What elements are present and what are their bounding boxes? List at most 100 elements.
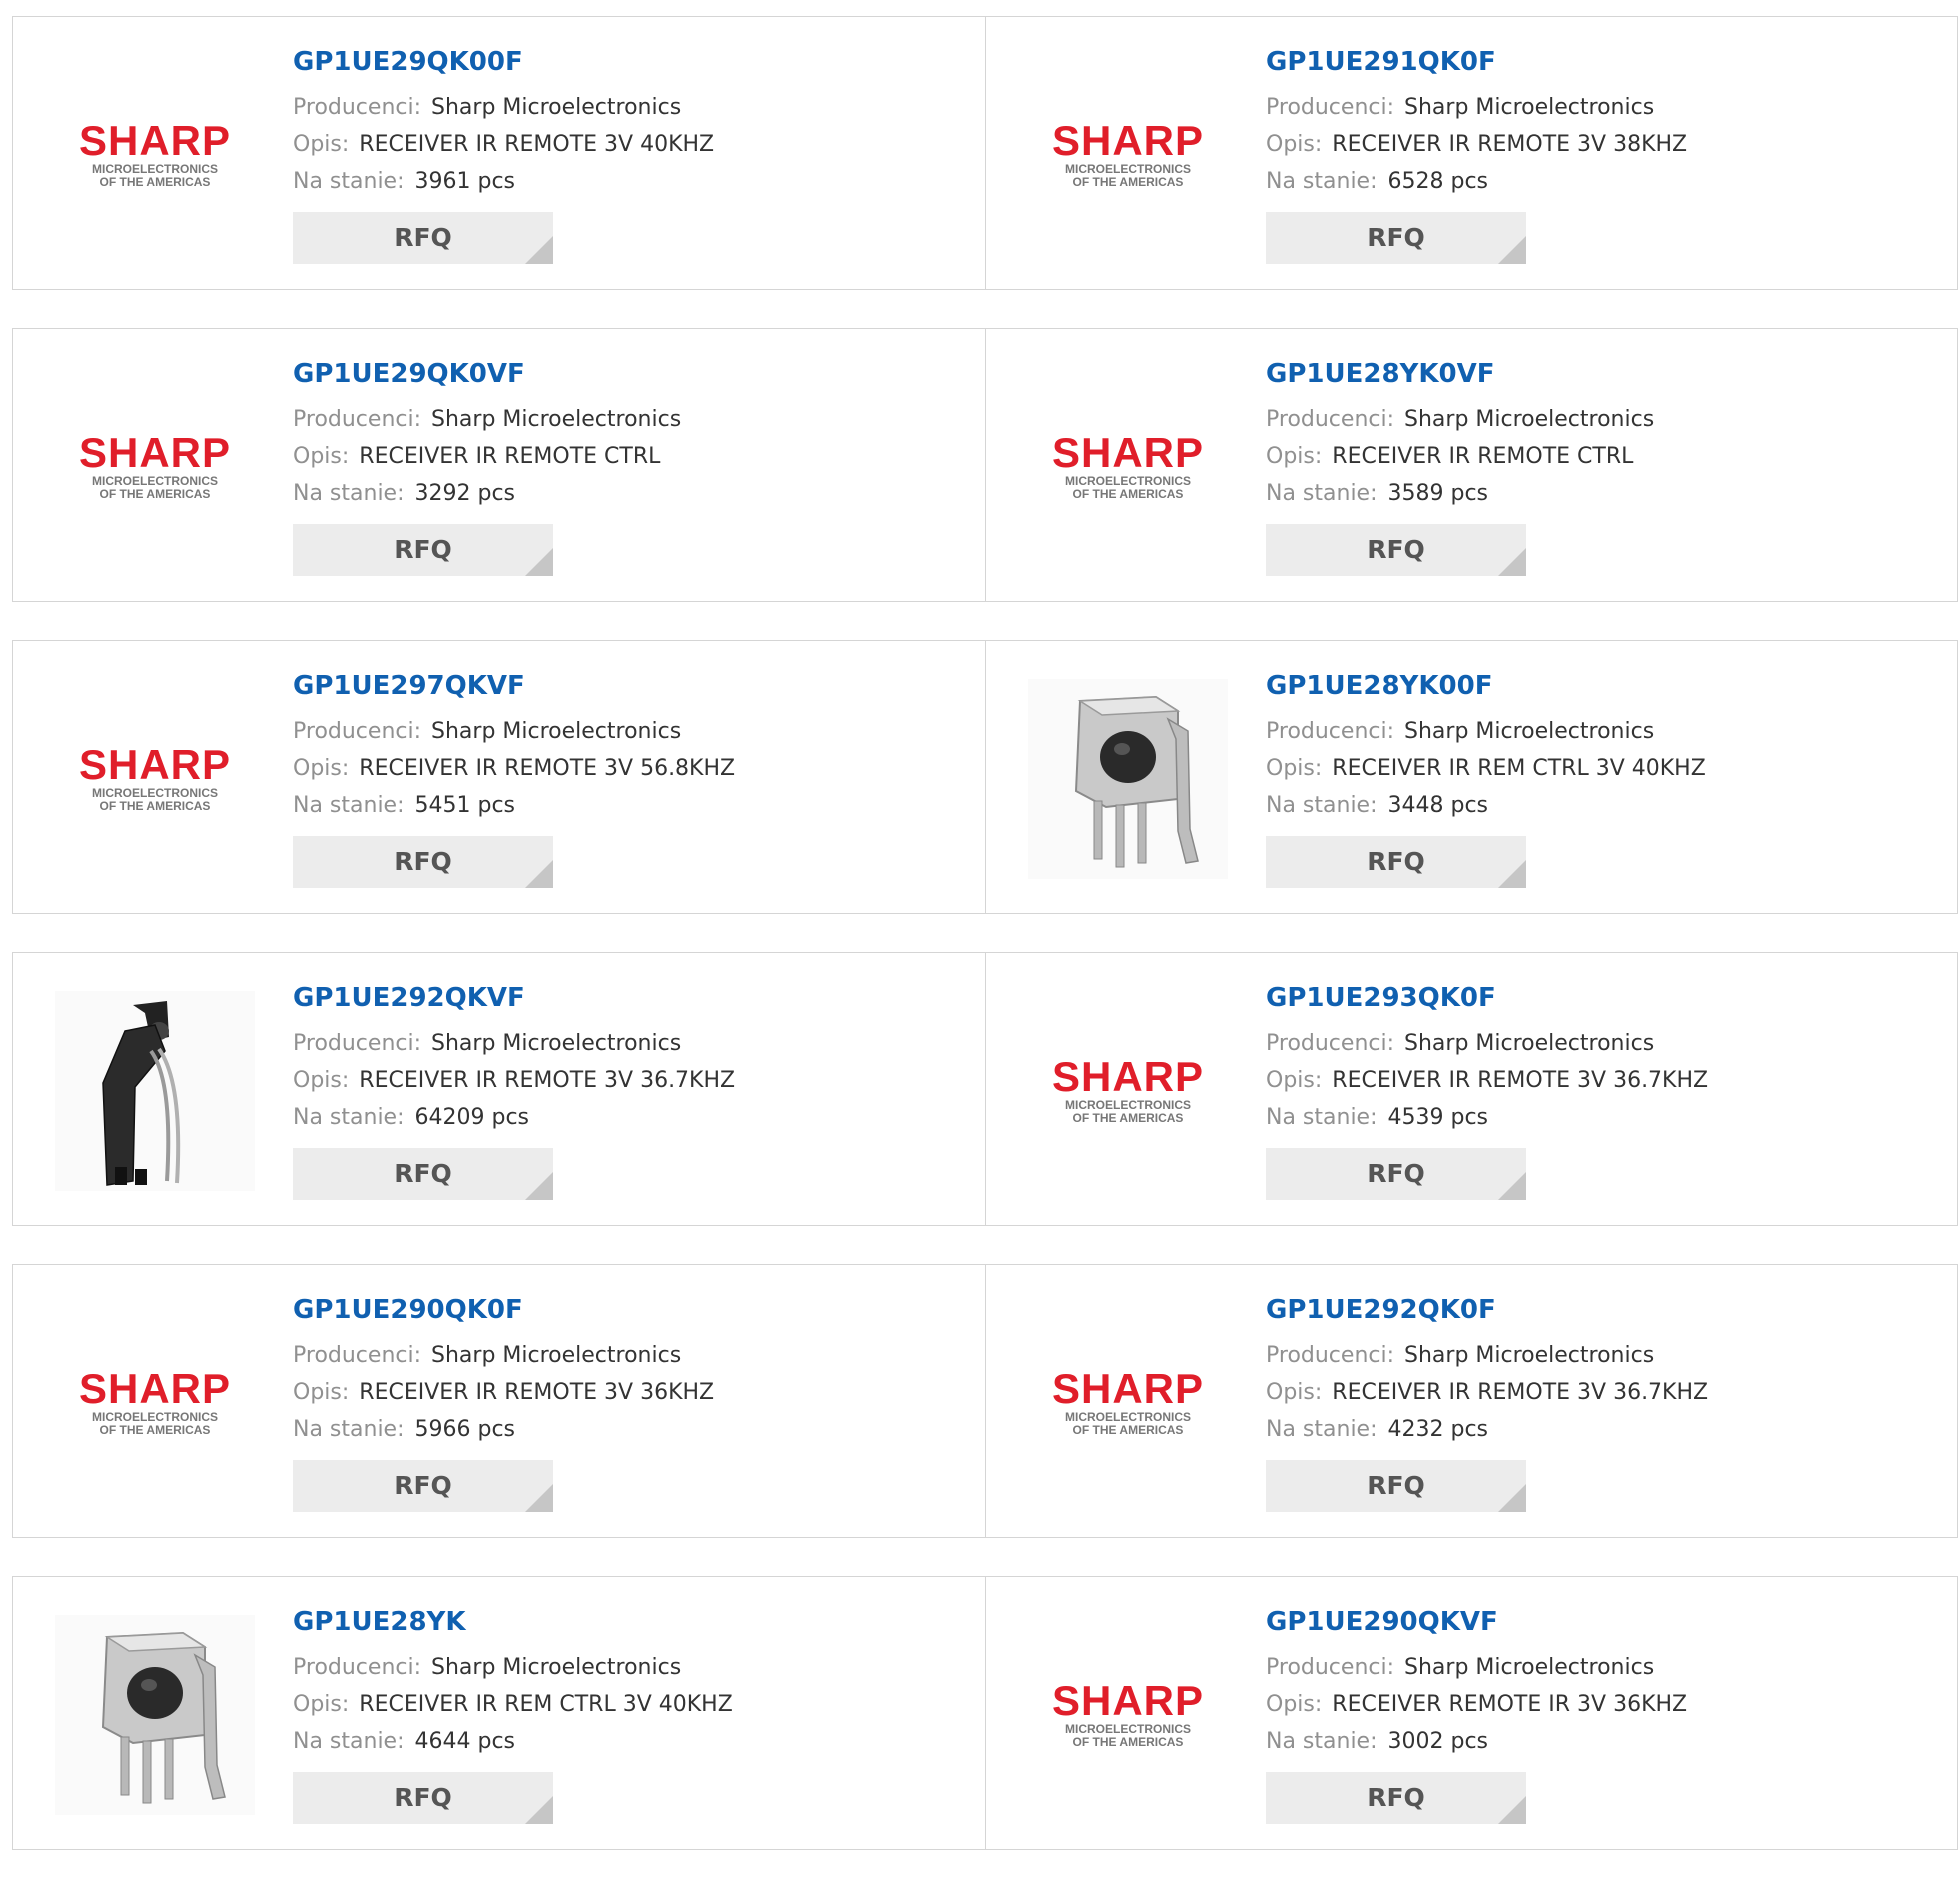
part-number-link[interactable]: GP1UE28YK [293, 1605, 975, 1639]
manufacturer-value: Sharp Microelectronics [1404, 1031, 1655, 1056]
description-line: Opis: RECEIVER IR REMOTE CTRL [1266, 438, 1947, 475]
rfq-button[interactable]: RFQ [293, 212, 553, 264]
product-card: SHARP MICROELECTRONICS OF THE AMERICAS GP1U… [985, 953, 1957, 1225]
product-image[interactable]: SHARP MICROELECTRONICS OF THE AMERICAS [51, 679, 259, 879]
product-card: SHARP MICROELECTRONICS OF THE AMERICAS GP1U… [985, 17, 1957, 289]
product-info: GP1UE29QK0VF Producenci: Sharp Microelectr… [293, 357, 975, 576]
description-label: Opis: [1266, 1692, 1323, 1717]
metal-sensor-photo [55, 1615, 255, 1815]
product-image[interactable] [51, 991, 259, 1191]
rfq-corner-triangle [525, 1796, 553, 1824]
part-number-link[interactable]: GP1UE28YK0VF [1266, 357, 1947, 391]
product-image[interactable]: SHARP MICROELECTRONICS OF THE AMERICAS [1024, 1615, 1232, 1815]
part-number-link[interactable]: GP1UE291QK0F [1266, 45, 1947, 79]
rfq-button[interactable]: RFQ [293, 1148, 553, 1200]
rfq-button[interactable]: RFQ [1266, 212, 1526, 264]
product-image[interactable]: SHARP MICROELECTRONICS OF THE AMERICAS [1024, 991, 1232, 1191]
description-line: Opis: RECEIVER IR REM CTRL 3V 40KHZ [293, 1686, 975, 1723]
rfq-button[interactable]: RFQ [1266, 836, 1526, 888]
description-line: Opis: RECEIVER IR REMOTE 3V 56.8KHZ [293, 750, 975, 787]
product-row: SHARP MICROELECTRONICS OF THE AMERICAS GP1U… [12, 328, 1958, 602]
stock-line: Na stanie: 4539 pcs [1266, 1099, 1947, 1136]
stock-value: 3961 pcs [414, 169, 516, 194]
sharp-logo: SHARPMICROELECTRONICSOF THE AMERICAS [1051, 1365, 1202, 1437]
rfq-corner-triangle [1498, 860, 1526, 888]
rfq-button[interactable]: RFQ [293, 1460, 553, 1512]
rfq-button[interactable]: RFQ [293, 1772, 553, 1824]
stock-value: 5451 pcs [414, 793, 516, 818]
description-value: RECEIVER IR REM CTRL 3V 40KHZ [359, 1692, 733, 1717]
product-image[interactable]: SHARP MICROELECTRONICS OF THE AMERICAS [1024, 55, 1232, 255]
rfq-button[interactable]: RFQ [1266, 1148, 1526, 1200]
description-value: RECEIVER IR REMOTE 3V 40KHZ [359, 132, 715, 157]
description-label: Opis: [1266, 444, 1323, 469]
part-number-link[interactable]: GP1UE297QKVF [293, 669, 975, 703]
part-number-link[interactable]: GP1UE29QK0VF [293, 357, 975, 391]
manufacturer-line: Producenci: Sharp Microelectronics [1266, 89, 1947, 126]
product-card: SHARP MICROELECTRONICS OF THE AMERICAS GP1U… [985, 1577, 1957, 1849]
product-image[interactable]: SHARP MICROELECTRONICS OF THE AMERICAS [51, 1303, 259, 1503]
stock-label: Na stanie: [293, 1105, 405, 1130]
manufacturer-line: Producenci: Sharp Microelectronics [1266, 1025, 1947, 1062]
rfq-button[interactable]: RFQ [1266, 1772, 1526, 1824]
stock-line: Na stanie: 6528 pcs [1266, 163, 1947, 200]
logo-brand-text: SHARP [78, 741, 230, 788]
rfq-label: RFQ [394, 1783, 452, 1812]
description-value: RECEIVER IR REMOTE 3V 36.7KHZ [359, 1068, 736, 1093]
part-number-link[interactable]: GP1UE29QK00F [293, 45, 975, 79]
rfq-button[interactable]: RFQ [1266, 524, 1526, 576]
product-info: GP1UE297QKVF Producenci: Sharp Microelectr… [293, 669, 975, 888]
part-number-link[interactable]: GP1UE292QKVF [293, 981, 975, 1015]
logo-sub-line2: OF THE AMERICAS [1072, 487, 1183, 501]
product-image[interactable]: SHARP MICROELECTRONICS OF THE AMERICAS [1024, 367, 1232, 567]
rfq-button[interactable]: RFQ [293, 836, 553, 888]
logo-sub-line1: MICROELECTRONICS [92, 162, 218, 176]
part-number-link[interactable]: GP1UE293QK0F [1266, 981, 1947, 1015]
manufacturer-line: Producenci: Sharp Microelectronics [293, 713, 975, 750]
description-value: RECEIVER IR REMOTE 3V 56.8KHZ [359, 756, 736, 781]
rfq-button[interactable]: RFQ [293, 524, 553, 576]
description-line: Opis: RECEIVER IR REMOTE 3V 36KHZ [293, 1374, 975, 1411]
rfq-label: RFQ [1367, 535, 1425, 564]
stock-value: 4539 pcs [1387, 1105, 1489, 1130]
rfq-corner-triangle [1498, 1796, 1526, 1824]
product-row: SHARP MICROELECTRONICS OF THE AMERICAS GP1U… [12, 1264, 1958, 1538]
product-image[interactable] [51, 1615, 259, 1815]
logo-sub-line2: OF THE AMERICAS [99, 799, 210, 813]
stock-value: 3448 pcs [1387, 793, 1489, 818]
rfq-button[interactable]: RFQ [1266, 1460, 1526, 1512]
manufacturer-line: Producenci: Sharp Microelectronics [1266, 713, 1947, 750]
product-image[interactable]: SHARP MICROELECTRONICS OF THE AMERICAS [51, 367, 259, 567]
sharp-logo: SHARPMICROELECTRONICSOF THE AMERICAS [1051, 1677, 1202, 1749]
stock-line: Na stanie: 4232 pcs [1266, 1411, 1947, 1448]
rfq-label: RFQ [1367, 223, 1425, 252]
part-number-link[interactable]: GP1UE290QK0F [293, 1293, 975, 1327]
manufacturer-line: Producenci: Sharp Microelectronics [293, 1337, 975, 1374]
manufacturer-label: Producenci: [1266, 407, 1395, 432]
product-image[interactable] [1024, 679, 1232, 879]
rfq-corner-triangle [1498, 1172, 1526, 1200]
logo-sub-line1: MICROELECTRONICS [1065, 1722, 1191, 1736]
logo-brand-text: SHARP [78, 1365, 230, 1412]
product-image[interactable]: SHARP MICROELECTRONICS OF THE AMERICAS [1024, 1303, 1232, 1503]
logo-sub-line2: OF THE AMERICAS [1072, 1111, 1183, 1125]
stock-label: Na stanie: [293, 1417, 405, 1442]
part-number-link[interactable]: GP1UE28YK00F [1266, 669, 1947, 703]
description-line: Opis: RECEIVER REMOTE IR 3V 36KHZ [1266, 1686, 1947, 1723]
description-value: RECEIVER REMOTE IR 3V 36KHZ [1332, 1692, 1688, 1717]
product-row: SHARP MICROELECTRONICS OF THE AMERICAS GP1U… [12, 640, 1958, 914]
manufacturer-label: Producenci: [293, 1655, 422, 1680]
description-line: Opis: RECEIVER IR REM CTRL 3V 40KHZ [1266, 750, 1947, 787]
manufacturer-label: Producenci: [1266, 719, 1395, 744]
logo-sub-line1: MICROELECTRONICS [92, 786, 218, 800]
rfq-corner-triangle [525, 1484, 553, 1512]
part-number-link[interactable]: GP1UE292QK0F [1266, 1293, 1947, 1327]
stock-line: Na stanie: 3961 pcs [293, 163, 975, 200]
logo-sub-line2: OF THE AMERICAS [99, 1423, 210, 1437]
description-value: RECEIVER IR REMOTE 3V 36KHZ [359, 1380, 715, 1405]
product-image[interactable]: SHARP MICROELECTRONICS OF THE AMERICAS [51, 55, 259, 255]
part-number-link[interactable]: GP1UE290QKVF [1266, 1605, 1947, 1639]
stock-line: Na stanie: 3589 pcs [1266, 475, 1947, 512]
stock-label: Na stanie: [1266, 793, 1378, 818]
description-value: RECEIVER IR REMOTE CTRL [359, 444, 661, 469]
